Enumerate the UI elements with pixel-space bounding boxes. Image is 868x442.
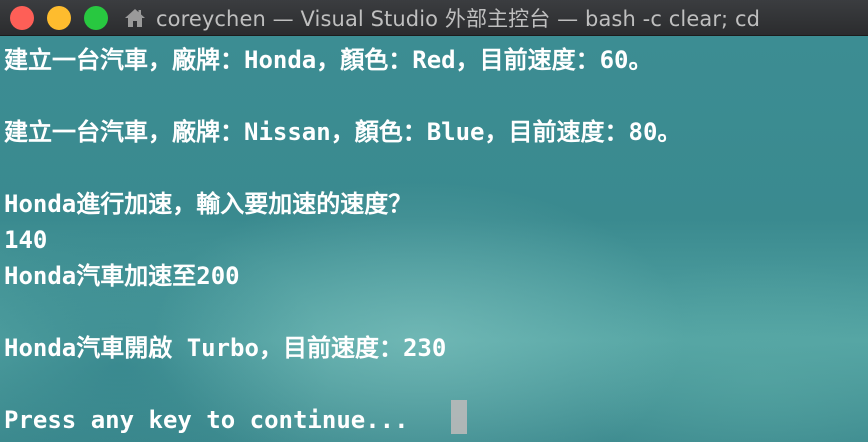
output-line: Honda汽車加速至200 xyxy=(4,262,240,290)
terminal-window: coreychen — Visual Studio 外部主控台 — bash -… xyxy=(0,0,868,442)
window-title: coreychen — Visual Studio 外部主控台 — bash -… xyxy=(156,6,761,31)
close-button[interactable] xyxy=(10,5,34,30)
window-controls xyxy=(10,5,121,30)
zoom-button[interactable] xyxy=(84,5,108,30)
output-line: Honda進行加速，輸入要加速的速度？ xyxy=(4,190,413,218)
minimize-button[interactable] xyxy=(47,5,71,30)
title-bar[interactable]: coreychen — Visual Studio 外部主控台 — bash -… xyxy=(0,0,868,36)
output-line: 140 xyxy=(4,226,48,254)
output-line: Honda汽車開啟 Turbo，目前速度：230 xyxy=(4,334,447,362)
text-cursor xyxy=(451,400,467,434)
home-folder-icon xyxy=(125,8,145,27)
output-line: 建立一台汽車，廠牌：Nissan，顏色：Blue，目前速度：80。 xyxy=(4,118,682,146)
terminal-output[interactable]: 建立一台汽車，廠牌：Honda，顏色：Red，目前速度：60。 建立一台汽車，廠… xyxy=(0,36,868,442)
output-line: 建立一台汽車，廠牌：Honda，顏色：Red，目前速度：60。 xyxy=(4,46,653,74)
output-line: Press any key to continue... xyxy=(4,406,409,434)
